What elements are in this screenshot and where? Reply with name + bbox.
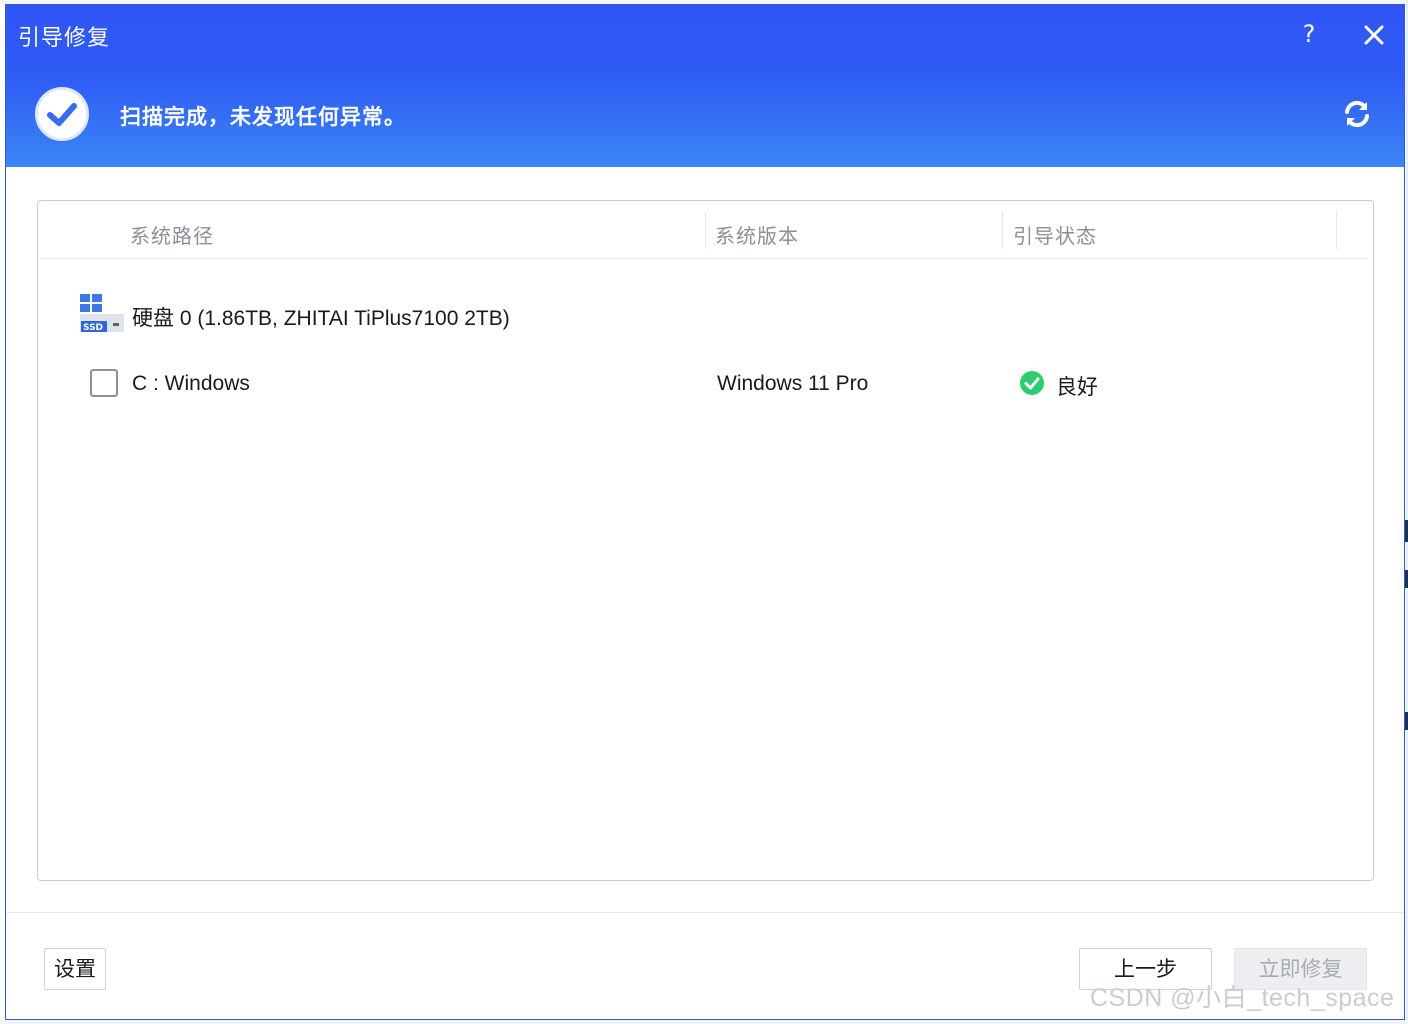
table-row[interactable]: C : Windows Windows 11 Pro 良好: [90, 369, 1330, 399]
partition-version: Windows 11 Pro: [717, 372, 869, 395]
settings-button[interactable]: 设置: [44, 948, 106, 990]
ssd-badge-text: SSD: [83, 323, 103, 333]
table-header: 系统路径 系统版本 引导状态: [40, 203, 1368, 259]
watermark: CSDN @小白_tech_space: [1090, 984, 1395, 1012]
footer-divider: [6, 912, 1404, 913]
background-app-edge: [0, 1020, 1408, 1024]
refresh-icon: [1345, 100, 1369, 128]
ssd-disk-icon: SSD: [80, 294, 124, 333]
disk-label: 硬盘 0 (1.86TB, ZHITAI TiPlus7100 2TB): [132, 307, 510, 330]
boot-repair-dialog: 引导修复 ? 扫描完成，未发现任何异常。 系统路径 系统版本 引导状态 SSD …: [5, 4, 1405, 1020]
help-button[interactable]: ?: [1294, 17, 1324, 51]
partition-checkbox[interactable]: [90, 369, 118, 397]
column-divider: [705, 211, 706, 249]
column-header-boot-status[interactable]: 引导状态: [1013, 220, 1097, 249]
dialog-title: 引导修复: [18, 26, 111, 51]
close-icon: [1364, 25, 1384, 45]
partition-boot-status: 良好: [1056, 375, 1098, 399]
column-divider: [1002, 211, 1003, 249]
partition-name: C : Windows: [132, 372, 250, 395]
refresh-button[interactable]: [1340, 97, 1374, 131]
column-header-system-path[interactable]: 系统路径: [130, 220, 214, 249]
status-ok-icon: [1020, 371, 1044, 395]
column-divider: [1336, 211, 1337, 249]
column-header-system-version[interactable]: 系统版本: [715, 220, 799, 249]
close-button[interactable]: [1358, 19, 1390, 51]
success-check-icon: [35, 87, 89, 141]
scan-status-text: 扫描完成，未发现任何异常。: [120, 105, 406, 129]
dialog-header: 引导修复 ? 扫描完成，未发现任何异常。: [6, 5, 1404, 167]
system-table: 系统路径 系统版本 引导状态 SSD 硬盘 0 (1.86TB, ZHITAI …: [37, 200, 1374, 881]
